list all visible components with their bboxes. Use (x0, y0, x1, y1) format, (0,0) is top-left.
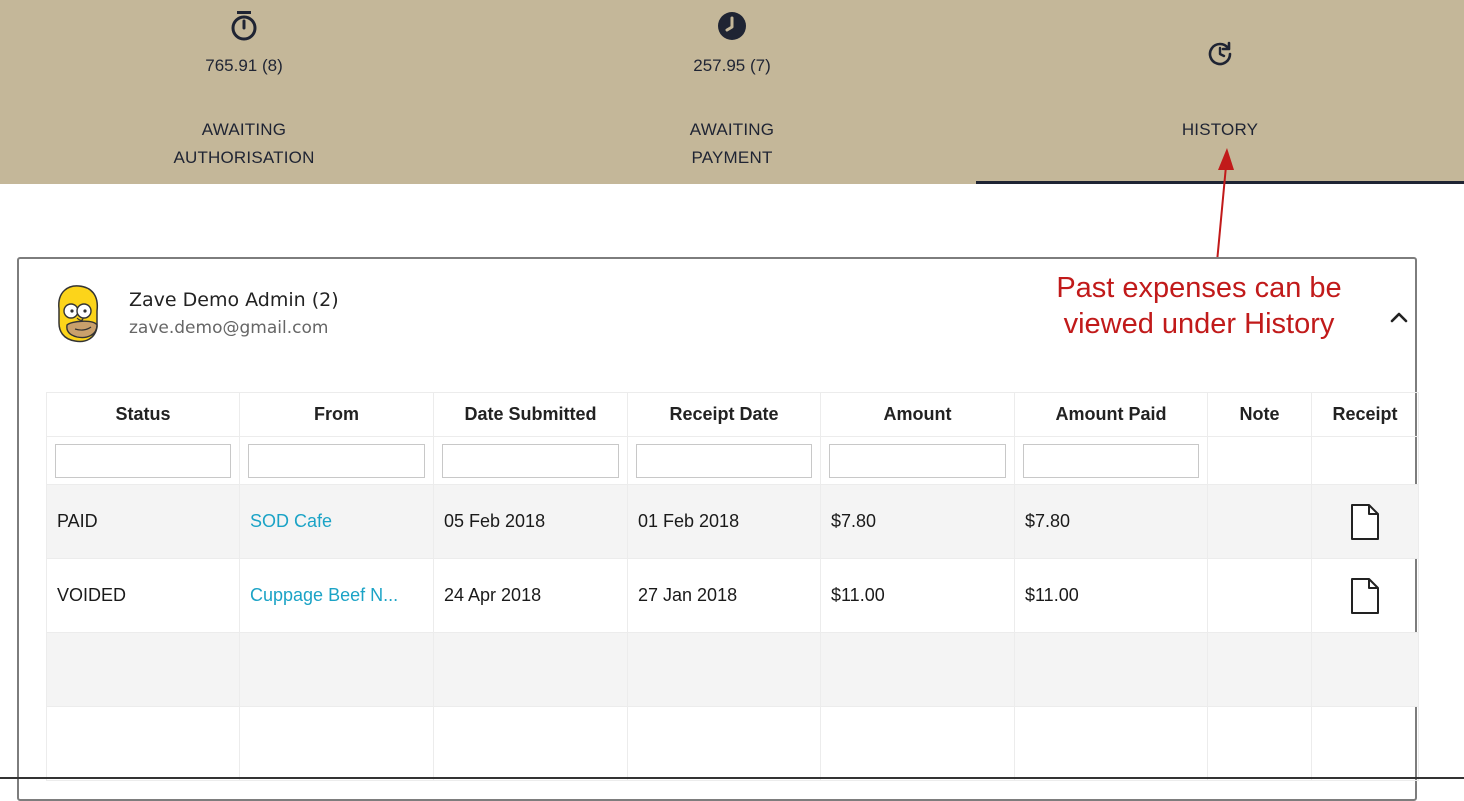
tab-label-line: HISTORY (1181, 120, 1259, 139)
table-row[interactable]: VOIDED Cuppage Beef N... 24 Apr 2018 27 … (46, 558, 1419, 633)
tab-awaiting-payment[interactable]: 257.95 (7) AWAITING PAYMENT (488, 0, 976, 184)
filter-amount-paid-input[interactable] (1023, 443, 1199, 478)
user-email: zave.demo@gmail.com (129, 318, 329, 338)
empty-cell (46, 706, 240, 781)
status-cell: PAID (46, 484, 240, 559)
filter-cell (46, 436, 240, 485)
tab-label-line: AUTHORISATION (173, 148, 315, 167)
receipt-date-cell: 01 Feb 2018 (627, 484, 821, 559)
empty-cell (1311, 706, 1419, 781)
tab-label-line: PAYMENT (691, 148, 773, 167)
annotation-callout: Past expenses can be viewed under Histor… (1024, 270, 1374, 342)
tab-history[interactable]: HISTORY (976, 0, 1464, 184)
chevron-up-icon[interactable] (1385, 305, 1413, 329)
empty-cell (1207, 706, 1312, 781)
empty-cell (820, 706, 1015, 781)
filter-cell (433, 436, 628, 485)
filter-cell (820, 436, 1015, 485)
table-row-empty (46, 706, 1419, 781)
receipt-cell (1311, 484, 1419, 559)
empty-cell (820, 632, 1015, 707)
history-icon (976, 40, 1464, 74)
status-cell: VOIDED (46, 558, 240, 633)
tab-label-line: AWAITING (689, 120, 775, 139)
table-row[interactable]: PAID SOD Cafe 05 Feb 2018 01 Feb 2018 $7… (46, 484, 1419, 559)
empty-cell (1311, 632, 1419, 707)
tab-value: 257.95 (7) (693, 56, 771, 75)
column-header-status[interactable]: Status (46, 392, 240, 437)
merchant-link[interactable]: SOD Cafe (239, 484, 434, 559)
tab-label: HISTORY (976, 116, 1464, 144)
filter-status-input[interactable] (55, 443, 231, 478)
filter-cell (1207, 436, 1312, 485)
date-submitted-cell: 05 Feb 2018 (433, 484, 628, 559)
amount-paid-cell: $7.80 (1014, 484, 1208, 559)
tab-value: 765.91 (8) (205, 56, 283, 75)
table-filter-row (46, 436, 1419, 485)
clock-icon (488, 10, 976, 44)
empty-cell (433, 706, 628, 781)
table-row-empty (46, 632, 1419, 707)
empty-cell (1207, 632, 1312, 707)
user-avatar (53, 283, 103, 345)
user-name: Zave Demo Admin (2) (129, 289, 339, 311)
annotation-line: viewed under History (1063, 308, 1335, 340)
status-tab-bar: 765.91 (8) AWAITING AUTHORISATION 257.95… (0, 0, 1464, 184)
filter-receipt-date-input[interactable] (636, 443, 812, 478)
filter-date-submitted-input[interactable] (442, 443, 619, 478)
filter-from-input[interactable] (248, 443, 425, 478)
column-header-note[interactable]: Note (1207, 392, 1312, 437)
amount-paid-cell: $11.00 (1014, 558, 1208, 633)
divider (0, 777, 1464, 779)
column-header-receipt-date[interactable]: Receipt Date (627, 392, 821, 437)
empty-cell (627, 632, 821, 707)
annotation-line: Past expenses can be (1056, 272, 1342, 304)
receipt-date-cell: 27 Jan 2018 (627, 558, 821, 633)
empty-cell (46, 632, 240, 707)
column-header-receipt[interactable]: Receipt (1311, 392, 1419, 437)
tab-awaiting-authorisation[interactable]: 765.91 (8) AWAITING AUTHORISATION (0, 0, 488, 184)
document-icon[interactable] (1350, 577, 1380, 615)
filter-cell (1311, 436, 1419, 485)
filter-cell (239, 436, 434, 485)
merchant-link[interactable]: Cuppage Beef N... (239, 558, 434, 633)
amount-cell: $11.00 (820, 558, 1015, 633)
column-header-date-submitted[interactable]: Date Submitted (433, 392, 628, 437)
empty-cell (627, 706, 821, 781)
amount-cell: $7.80 (820, 484, 1015, 559)
tab-label: AWAITING PAYMENT (488, 116, 976, 172)
tab-label: AWAITING AUTHORISATION (0, 116, 488, 172)
note-cell (1207, 484, 1312, 559)
column-header-from[interactable]: From (239, 392, 434, 437)
filter-cell (1014, 436, 1208, 485)
column-header-amount-paid[interactable]: Amount Paid (1014, 392, 1208, 437)
empty-cell (433, 632, 628, 707)
table-header-row: Status From Date Submitted Receipt Date … (46, 392, 1419, 437)
date-submitted-cell: 24 Apr 2018 (433, 558, 628, 633)
empty-cell (239, 706, 434, 781)
expenses-table: Status From Date Submitted Receipt Date … (46, 392, 1419, 781)
empty-cell (1014, 706, 1208, 781)
empty-cell (1014, 632, 1208, 707)
filter-cell (627, 436, 821, 485)
document-icon[interactable] (1350, 503, 1380, 541)
empty-cell (239, 632, 434, 707)
receipt-cell (1311, 558, 1419, 633)
column-header-amount[interactable]: Amount (820, 392, 1015, 437)
filter-amount-input[interactable] (829, 443, 1006, 478)
note-cell (1207, 558, 1312, 633)
tab-label-line: AWAITING (201, 120, 287, 139)
stopwatch-icon (0, 10, 488, 44)
